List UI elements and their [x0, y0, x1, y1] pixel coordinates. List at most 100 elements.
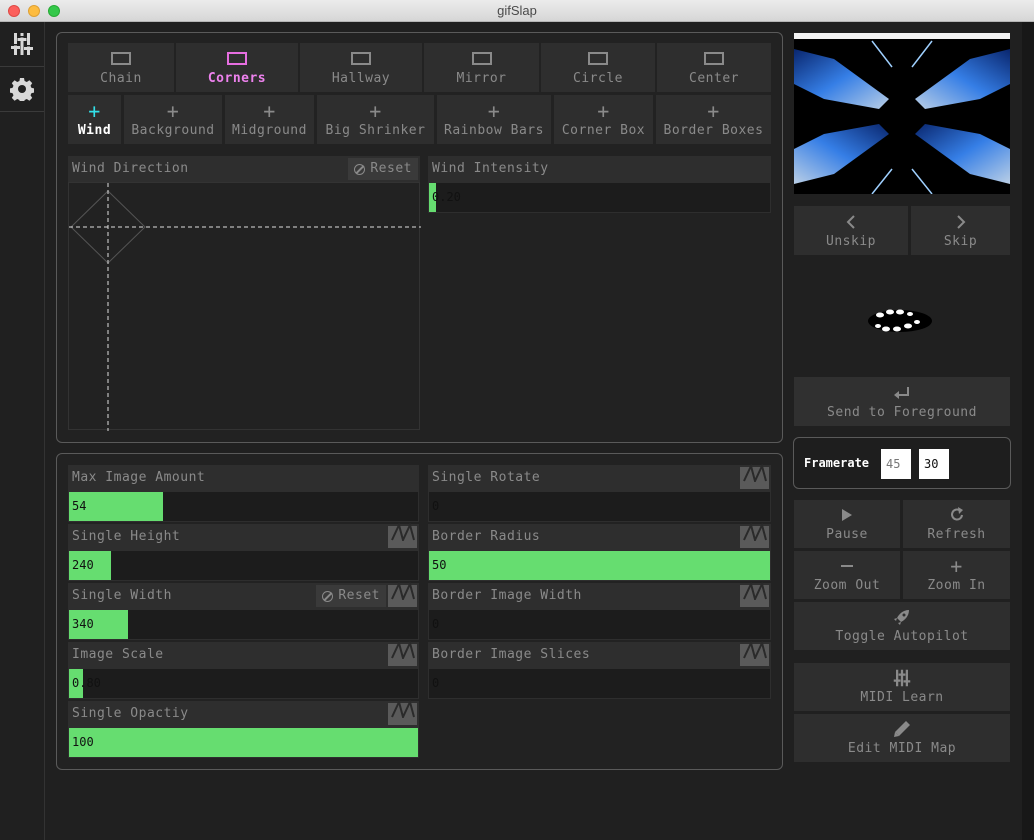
border-radius-value: 50	[432, 558, 447, 572]
lfo-toggle-button[interactable]	[740, 463, 769, 489]
midi-learn-label: MIDI Learn	[860, 690, 944, 705]
layer-tab-wind[interactable]: + Wind	[68, 95, 121, 144]
rectangle-icon	[111, 50, 131, 68]
single-opactiy-slider[interactable]: 100	[68, 727, 419, 758]
sliders-icon	[893, 669, 911, 687]
max-image-amount-slider[interactable]: 54	[68, 491, 419, 522]
single-height-slider[interactable]: 240	[68, 550, 419, 581]
unskip-button[interactable]: Unskip	[794, 206, 908, 255]
mode-tab-mirror[interactable]: Mirror	[424, 43, 539, 92]
wind-direction-pad[interactable]	[68, 182, 421, 431]
border-radius-label: Border Radius	[432, 529, 541, 544]
mode-tab-label: Hallway	[331, 70, 391, 86]
send-to-foreground-button[interactable]: Send to Foreground	[794, 377, 1010, 426]
plus-icon: +	[950, 554, 963, 578]
sidebar-item-controls[interactable]	[0, 22, 44, 67]
lfo-toggle-button[interactable]	[388, 522, 417, 551]
wave-icon	[742, 581, 768, 610]
framerate-input-max[interactable]	[881, 449, 911, 479]
mode-tab-chain[interactable]: Chain	[68, 43, 174, 92]
layer-tab-midground[interactable]: + Midground	[225, 95, 314, 144]
unskip-label: Unskip	[826, 233, 876, 249]
border-radius-header: Border Radius	[428, 522, 771, 550]
layer-tab-background[interactable]: + Background	[124, 95, 222, 144]
wind-intensity-slider[interactable]: 0.20	[428, 182, 771, 213]
reset-label: Reset	[370, 161, 412, 176]
wave-icon	[742, 640, 768, 669]
rocket-icon	[893, 608, 911, 626]
rectangle-icon	[227, 50, 247, 68]
plus-icon: +	[597, 98, 610, 123]
plus-icon: +	[487, 98, 501, 123]
refresh-label: Refresh	[927, 527, 986, 542]
mode-tab-hallway[interactable]: Hallway	[300, 43, 422, 92]
minus-icon	[840, 557, 854, 575]
toggle-autopilot-button[interactable]: Toggle Autopilot	[794, 602, 1010, 650]
lfo-toggle-button[interactable]	[388, 699, 417, 725]
single-rotate-header: Single Rotate	[428, 463, 771, 491]
border-image-width-value: 0	[432, 617, 440, 631]
image-scale-label: Image Scale	[72, 647, 164, 662]
lfo-toggle-button[interactable]	[740, 581, 769, 610]
lfo-toggle-button[interactable]	[388, 581, 417, 610]
mode-tab-circle[interactable]: Circle	[541, 43, 655, 92]
framerate-input-current[interactable]	[919, 449, 949, 479]
layer-tab-big-shrinker[interactable]: + Big Shrinker	[317, 95, 434, 144]
midi-learn-button[interactable]: MIDI Learn	[794, 663, 1010, 711]
plus-icon: +	[166, 98, 180, 123]
skip-label: Skip	[943, 233, 978, 249]
pause-button[interactable]: Pause	[794, 500, 900, 548]
border-image-slices-slider[interactable]: 0	[428, 668, 771, 699]
scrollbar[interactable]	[1022, 22, 1034, 840]
border-radius-slider[interactable]: 50	[428, 550, 771, 581]
single-rotate-label: Single Rotate	[432, 470, 541, 485]
plus-icon: +	[263, 98, 276, 123]
layer-tab-border-boxes[interactable]: + Border Boxes	[656, 95, 771, 144]
layer-tab-label: Rainbow Bars	[444, 122, 544, 138]
lfo-toggle-button[interactable]	[740, 522, 769, 548]
single-width-slider[interactable]: 340	[68, 609, 419, 640]
wind-intensity-header: Wind Intensity	[428, 156, 771, 182]
wind-direction-graphic	[69, 183, 421, 431]
single-width-reset-button[interactable]: Reset	[316, 585, 386, 607]
wave-icon	[390, 581, 416, 610]
refresh-button[interactable]: Refresh	[903, 500, 1010, 548]
layer-tab-label: Midground	[232, 122, 307, 138]
lfo-toggle-button[interactable]	[388, 640, 417, 669]
wind-intensity-value: 0.20	[432, 190, 461, 204]
layer-tab-rainbow-bars[interactable]: + Rainbow Bars	[437, 95, 551, 144]
toggle-autopilot-label: Toggle Autopilot	[835, 629, 969, 644]
layer-tab-corner-box[interactable]: + Corner Box	[554, 95, 653, 144]
border-image-slices-label: Border Image Slices	[432, 647, 591, 662]
zoom-out-label: Zoom Out	[813, 578, 881, 593]
border-image-width-slider[interactable]: 0	[428, 609, 771, 640]
reset-icon	[354, 163, 366, 175]
max-image-amount-header: Max Image Amount	[68, 465, 419, 491]
plus-icon: +	[707, 98, 720, 123]
pause-label: Pause	[826, 527, 868, 542]
image-scale-value: 0.80	[72, 676, 101, 690]
zoom-out-button[interactable]: Zoom Out	[794, 551, 900, 599]
skip-button[interactable]: Skip	[911, 206, 1010, 255]
wind-direction-reset-button[interactable]: Reset	[348, 158, 418, 180]
plus-icon: +	[369, 98, 382, 123]
zoom-in-label: Zoom In	[927, 578, 986, 593]
edit-midi-map-button[interactable]: Edit MIDI Map	[794, 714, 1010, 762]
lfo-toggle-button[interactable]	[740, 640, 769, 669]
single-opactiy-fill	[69, 728, 418, 757]
wave-icon	[390, 640, 416, 669]
framerate-label: Framerate	[804, 456, 870, 470]
single-height-label: Single Height	[72, 529, 181, 544]
image-scale-slider[interactable]: 0.80	[68, 668, 419, 699]
wave-icon	[390, 522, 416, 551]
edit-midi-map-label: Edit MIDI Map	[847, 741, 957, 756]
wind-intensity-label: Wind Intensity	[432, 161, 549, 176]
next-image-thumbnail	[868, 309, 932, 332]
mode-tab-center[interactable]: Center	[657, 43, 771, 92]
single-rotate-slider[interactable]: 0	[428, 491, 771, 522]
rectangle-icon	[588, 50, 608, 68]
zoom-in-button[interactable]: + Zoom In	[903, 551, 1010, 599]
mode-tab-corners[interactable]: Corners	[176, 43, 298, 92]
max-image-amount-label: Max Image Amount	[72, 470, 206, 485]
sidebar-item-settings[interactable]	[0, 67, 44, 112]
